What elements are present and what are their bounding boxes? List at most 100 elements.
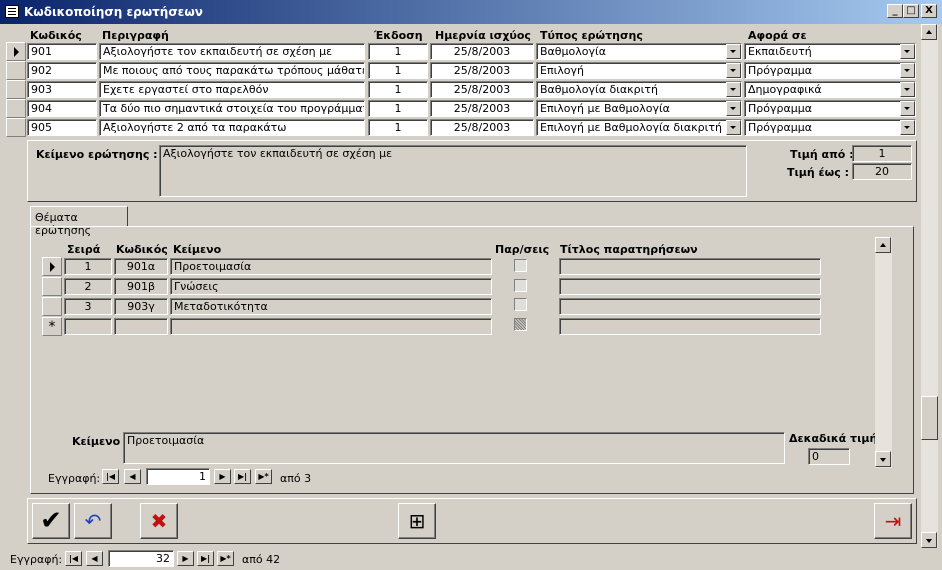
dropdown-arrow-icon[interactable] bbox=[900, 120, 915, 135]
delete-button[interactable]: ✖ bbox=[140, 503, 178, 539]
row-selector[interactable] bbox=[6, 99, 26, 118]
remarks-checkbox[interactable] bbox=[514, 298, 527, 311]
row-selector-current[interactable] bbox=[6, 42, 26, 61]
question-text-field[interactable]: Αξιολογήστε τον εκπαιδευτή σε σχέση με bbox=[159, 145, 747, 197]
structure-button[interactable]: ⊞ bbox=[398, 503, 436, 539]
last-record-button[interactable]: ▶| bbox=[234, 469, 251, 484]
topic-code-field[interactable]: 901α bbox=[114, 258, 168, 275]
next-record-button[interactable]: ▶ bbox=[214, 469, 231, 484]
close-button[interactable]: X bbox=[921, 4, 937, 18]
remarks-checkbox[interactable] bbox=[514, 259, 527, 272]
description-field[interactable]: Αξιολογήστε 2 από τα παρακάτω bbox=[99, 119, 365, 136]
scroll-thumb[interactable] bbox=[921, 396, 938, 440]
question-type-dropdown[interactable]: Βαθμολογία διακριτή bbox=[536, 81, 742, 98]
description-field[interactable]: Εχετε εργαστεί στο παρελθόν bbox=[99, 81, 365, 98]
description-field[interactable]: Αξιολογήστε τον εκπαιδευτή σε σχέση με bbox=[99, 43, 365, 60]
next-record-button[interactable]: ▶ bbox=[177, 551, 194, 566]
dropdown-arrow-icon[interactable] bbox=[900, 44, 915, 59]
question-type-dropdown[interactable]: Επιλογή bbox=[536, 62, 742, 79]
topic-text-detail-field[interactable]: Προετοιμασία bbox=[123, 432, 785, 464]
new-record-button[interactable]: ▶* bbox=[255, 469, 272, 484]
topic-text-field[interactable]: Γνώσεις bbox=[170, 278, 492, 295]
row-selector[interactable] bbox=[6, 61, 26, 80]
question-type-dropdown[interactable]: Επιλογή με Βαθμολογία διακριτή bbox=[536, 119, 742, 136]
code-field[interactable]: 902 bbox=[27, 62, 97, 79]
new-order-field[interactable] bbox=[64, 318, 112, 335]
version-field[interactable]: 1 bbox=[368, 62, 428, 79]
code-field[interactable]: 901 bbox=[27, 43, 97, 60]
new-record-selector[interactable]: * bbox=[42, 317, 62, 336]
effective-date-field[interactable]: 25/8/2003 bbox=[430, 43, 534, 60]
exit-button[interactable]: ⇥ bbox=[874, 503, 912, 539]
restore-button[interactable]: □ bbox=[903, 4, 919, 18]
dropdown-arrow-icon[interactable] bbox=[726, 82, 741, 97]
value-from-field[interactable]: 1 bbox=[852, 145, 912, 162]
dropdown-arrow-icon[interactable] bbox=[726, 120, 741, 135]
topic-text-field[interactable]: Προετοιμασία bbox=[170, 258, 492, 275]
topic-code-field[interactable]: 903γ bbox=[114, 298, 168, 315]
previous-record-button[interactable]: ◀ bbox=[86, 551, 103, 566]
scroll-down-button[interactable] bbox=[875, 451, 891, 467]
remarks-checkbox[interactable] bbox=[514, 318, 527, 331]
description-field[interactable]: Με ποιους από τους παρακάτω τρόπους μάθα… bbox=[99, 62, 365, 79]
code-field[interactable]: 905 bbox=[27, 119, 97, 136]
description-field[interactable]: Τα δύο πιο σημαντικά στοιχεία του προγρά… bbox=[99, 100, 365, 117]
dropdown-arrow-icon[interactable] bbox=[900, 82, 915, 97]
subrow-selector[interactable] bbox=[42, 277, 62, 296]
dropdown-arrow-icon[interactable] bbox=[900, 101, 915, 116]
effective-date-field[interactable]: 25/8/2003 bbox=[430, 62, 534, 79]
dropdown-arrow-icon[interactable] bbox=[900, 63, 915, 78]
order-field[interactable]: 1 bbox=[64, 258, 112, 275]
remarks-title-field[interactable] bbox=[559, 278, 821, 295]
new-record-button[interactable]: ▶* bbox=[217, 551, 234, 566]
previous-record-button[interactable]: ◀ bbox=[124, 469, 141, 484]
code-field[interactable]: 903 bbox=[27, 81, 97, 98]
effective-date-field[interactable]: 25/8/2003 bbox=[430, 100, 534, 117]
subrow-selector[interactable] bbox=[42, 297, 62, 316]
undo-button[interactable]: ↶ bbox=[74, 503, 112, 539]
main-record-number[interactable]: 32 bbox=[108, 550, 174, 567]
row-selector[interactable] bbox=[6, 80, 26, 99]
topic-code-field[interactable]: 901β bbox=[114, 278, 168, 295]
subform-scrollbar[interactable] bbox=[875, 237, 892, 468]
remarks-checkbox[interactable] bbox=[514, 279, 527, 292]
version-field[interactable]: 1 bbox=[368, 81, 428, 98]
main-scrollbar[interactable] bbox=[921, 24, 938, 548]
question-type-dropdown[interactable]: Βαθμολογία bbox=[536, 43, 742, 60]
concerns-dropdown[interactable]: Δημογραφικά bbox=[744, 81, 916, 98]
new-topic-text-field[interactable] bbox=[170, 318, 492, 335]
order-field[interactable]: 2 bbox=[64, 278, 112, 295]
subrow-selector-current[interactable] bbox=[42, 257, 62, 276]
question-type-dropdown[interactable]: Επιλογή με Βαθμολογία bbox=[536, 100, 742, 117]
version-field[interactable]: 1 bbox=[368, 43, 428, 60]
minimize-button[interactable]: _ bbox=[887, 4, 903, 18]
scroll-up-button[interactable] bbox=[921, 24, 937, 40]
title-bar[interactable]: Κωδικοποίηση ερωτήσεων _ □ X bbox=[0, 0, 942, 24]
subform-record-number[interactable]: 1 bbox=[146, 468, 210, 485]
effective-date-field[interactable]: 25/8/2003 bbox=[430, 119, 534, 136]
concerns-dropdown[interactable]: Εκπαιδευτή bbox=[744, 43, 916, 60]
scroll-up-button[interactable] bbox=[875, 237, 891, 253]
last-record-button[interactable]: ▶| bbox=[197, 551, 214, 566]
order-field[interactable]: 3 bbox=[64, 298, 112, 315]
scroll-down-button[interactable] bbox=[921, 532, 937, 548]
first-record-button[interactable]: |◀ bbox=[65, 551, 82, 566]
concerns-dropdown[interactable]: Πρόγραμμα bbox=[744, 100, 916, 117]
effective-date-field[interactable]: 25/8/2003 bbox=[430, 81, 534, 98]
remarks-title-field[interactable] bbox=[559, 258, 821, 275]
version-field[interactable]: 1 bbox=[368, 119, 428, 136]
first-record-button[interactable]: |◀ bbox=[102, 469, 119, 484]
concerns-dropdown[interactable]: Πρόγραμμα bbox=[744, 62, 916, 79]
tab-question-topics[interactable]: Θέματα ερώτησης bbox=[30, 206, 128, 237]
topic-text-field[interactable]: Μεταδοτικότητα bbox=[170, 298, 492, 315]
dropdown-arrow-icon[interactable] bbox=[726, 101, 741, 116]
row-selector[interactable] bbox=[6, 118, 26, 137]
dropdown-arrow-icon[interactable] bbox=[726, 44, 741, 59]
new-remarks-title-field[interactable] bbox=[559, 318, 821, 335]
new-topic-code-field[interactable] bbox=[114, 318, 168, 335]
version-field[interactable]: 1 bbox=[368, 100, 428, 117]
concerns-dropdown[interactable]: Πρόγραμμα bbox=[744, 119, 916, 136]
decimals-field[interactable]: 0 bbox=[808, 448, 850, 465]
dropdown-arrow-icon[interactable] bbox=[726, 63, 741, 78]
code-field[interactable]: 904 bbox=[27, 100, 97, 117]
